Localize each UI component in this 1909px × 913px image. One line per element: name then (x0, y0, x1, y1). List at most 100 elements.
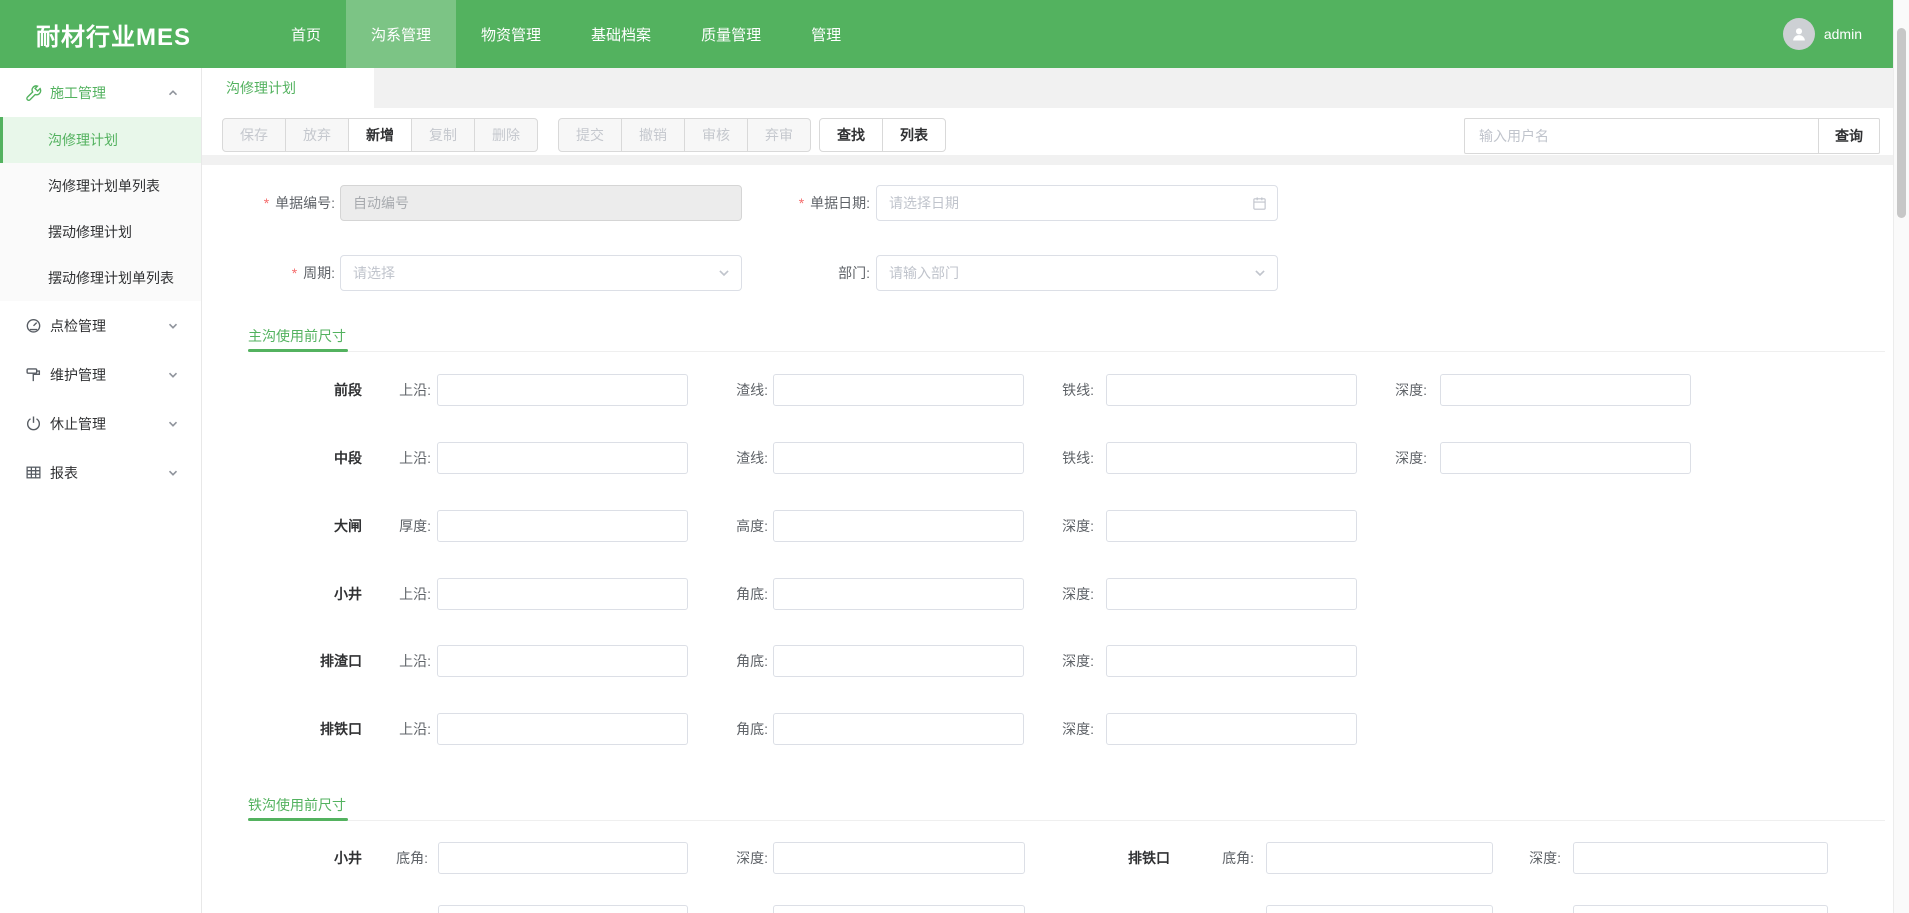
dimension-input[interactable] (773, 510, 1024, 542)
user-menu[interactable]: admin (1783, 0, 1862, 68)
chevron-down-icon (167, 369, 179, 381)
chevron-down-icon[interactable] (1253, 266, 1267, 280)
search-input[interactable] (1464, 118, 1819, 154)
required-asterisk: * (264, 195, 269, 211)
dimension-input[interactable] (1106, 442, 1357, 474)
row-name: 排铁口 (1070, 842, 1170, 874)
dimension-input-clipped[interactable] (773, 905, 1025, 913)
toolbar-button[interactable]: 复制 (411, 118, 475, 152)
dimension-input[interactable] (773, 578, 1024, 610)
sidebar-subitem[interactable]: 摆动修理计划 (0, 209, 201, 255)
dimension-input[interactable] (438, 842, 688, 874)
select-input (876, 255, 1278, 291)
sidebar-group-label: 报表 (50, 463, 78, 483)
calendar-icon[interactable] (1252, 196, 1267, 211)
tab-trench-repair-plan[interactable]: 沟修理计划 (202, 68, 374, 108)
toolbar-button[interactable]: 审核 (684, 118, 748, 152)
row-name: 小井 (262, 578, 362, 610)
dimension-input[interactable] (773, 442, 1024, 474)
nav-item[interactable]: 首页 (266, 0, 346, 68)
sidebar-group[interactable]: 点检管理 (0, 301, 201, 350)
chevron-up-icon (167, 87, 179, 99)
app-logo: 耐材行业MES (0, 17, 202, 52)
dimension-input[interactable] (437, 645, 688, 677)
dimension-input[interactable] (1106, 645, 1357, 677)
dimension-input[interactable] (1106, 578, 1357, 610)
toolbar-button[interactable]: 撤销 (621, 118, 685, 152)
sidebar-group[interactable]: 维护管理 (0, 350, 201, 399)
dimension-input-clipped[interactable] (438, 905, 688, 913)
dimension-input[interactable] (773, 842, 1025, 874)
select-input-field[interactable] (877, 256, 1253, 290)
toolbar: 保存放弃新增复制删除提交撤销审核弃审查找列表 (222, 118, 946, 152)
toolbar-button-group: 提交撤销审核弃审 (558, 118, 811, 152)
sidebar-group[interactable]: 报表 (0, 448, 201, 497)
row-name: 排铁口 (262, 713, 362, 745)
toolbar-button[interactable]: 弃审 (747, 118, 811, 152)
field-label: * 单据日期: (672, 185, 870, 221)
select-input-field[interactable] (341, 256, 717, 290)
toolbar-button[interactable]: 放弃 (285, 118, 349, 152)
field-label: 渣线: (698, 442, 768, 474)
search-query-button[interactable]: 查询 (1818, 118, 1880, 154)
row-name: 中段 (262, 442, 362, 474)
sidebar-group-label: 施工管理 (50, 83, 106, 103)
dimension-input[interactable] (1440, 442, 1691, 474)
nav-item[interactable]: 沟系管理 (346, 0, 456, 68)
nav-item[interactable]: 基础档案 (566, 0, 676, 68)
dimension-input-clipped[interactable] (1266, 905, 1493, 913)
dimension-input[interactable] (437, 374, 688, 406)
dimension-input[interactable] (773, 713, 1024, 745)
scrollbar-thumb[interactable] (1897, 28, 1906, 218)
section-divider (248, 351, 1885, 352)
section-title-main-trench: 主沟使用前尺寸 (248, 326, 346, 346)
section-underline (248, 349, 348, 352)
sidebar-subitem[interactable]: 沟修理计划单列表 (0, 163, 201, 209)
content-area: 沟修理计划 保存放弃新增复制删除提交撤销审核弃审查找列表 查询 主沟使用前尺寸 … (202, 68, 1909, 913)
sidebar-group[interactable]: 施工管理 (0, 68, 201, 117)
dimension-input[interactable] (1106, 374, 1357, 406)
dimension-input[interactable] (437, 510, 688, 542)
section-title-iron-trench: 铁沟使用前尺寸 (248, 795, 346, 815)
dimension-input[interactable] (773, 374, 1024, 406)
dimension-input[interactable] (1440, 374, 1691, 406)
toolbar-button[interactable]: 删除 (474, 118, 538, 152)
field-label: 底角: (358, 842, 428, 874)
toolbar-button[interactable]: 提交 (558, 118, 622, 152)
dimension-input[interactable] (437, 442, 688, 474)
dimension-input[interactable] (773, 645, 1024, 677)
row-name: 大闸 (262, 510, 362, 542)
dimension-input[interactable] (1106, 510, 1357, 542)
search-group: 查询 (1464, 118, 1880, 154)
dimension-input[interactable] (437, 578, 688, 610)
scrollbar[interactable] (1893, 0, 1909, 913)
toolbar-button[interactable]: 列表 (882, 118, 946, 152)
field-label: 上沿: (361, 645, 431, 677)
nav-item[interactable]: 质量管理 (676, 0, 786, 68)
sidebar-group-label: 点检管理 (50, 316, 106, 336)
dimension-input[interactable] (1573, 842, 1828, 874)
app-header: 耐材行业MES 首页沟系管理物资管理基础档案质量管理管理 admin (0, 0, 1909, 68)
toolbar-button[interactable]: 保存 (222, 118, 286, 152)
dimension-input[interactable] (1106, 713, 1357, 745)
sidebar-subitem[interactable]: 沟修理计划 (0, 117, 201, 163)
form-area: 主沟使用前尺寸 铁沟使用前尺寸 * 单据编号:* 单据日期:* 周期:部门:前段… (202, 108, 1909, 913)
sidebar-subitem[interactable]: 摆动修理计划单列表 (0, 255, 201, 301)
nav-item[interactable]: 物资管理 (456, 0, 566, 68)
main-panel: 保存放弃新增复制删除提交撤销审核弃审查找列表 查询 主沟使用前尺寸 铁沟使用前尺… (202, 108, 1909, 913)
field-label: 深度: (1491, 842, 1561, 874)
dimension-input[interactable] (1266, 842, 1493, 874)
dimension-input-clipped[interactable] (1573, 905, 1828, 913)
required-asterisk: * (292, 265, 297, 281)
date-input-field[interactable] (877, 186, 1252, 220)
sidebar-group[interactable]: 休止管理 (0, 399, 201, 448)
username: admin (1824, 26, 1862, 42)
toolbar-button[interactable]: 新增 (348, 118, 412, 152)
field-label: 深度: (1024, 578, 1094, 610)
field-label: 底角: (1184, 842, 1254, 874)
dimension-input[interactable] (437, 713, 688, 745)
nav-item[interactable]: 管理 (786, 0, 866, 68)
field-label: 深度: (1357, 374, 1427, 406)
toolbar-button[interactable]: 查找 (819, 118, 883, 152)
field-label: 角底: (698, 578, 768, 610)
